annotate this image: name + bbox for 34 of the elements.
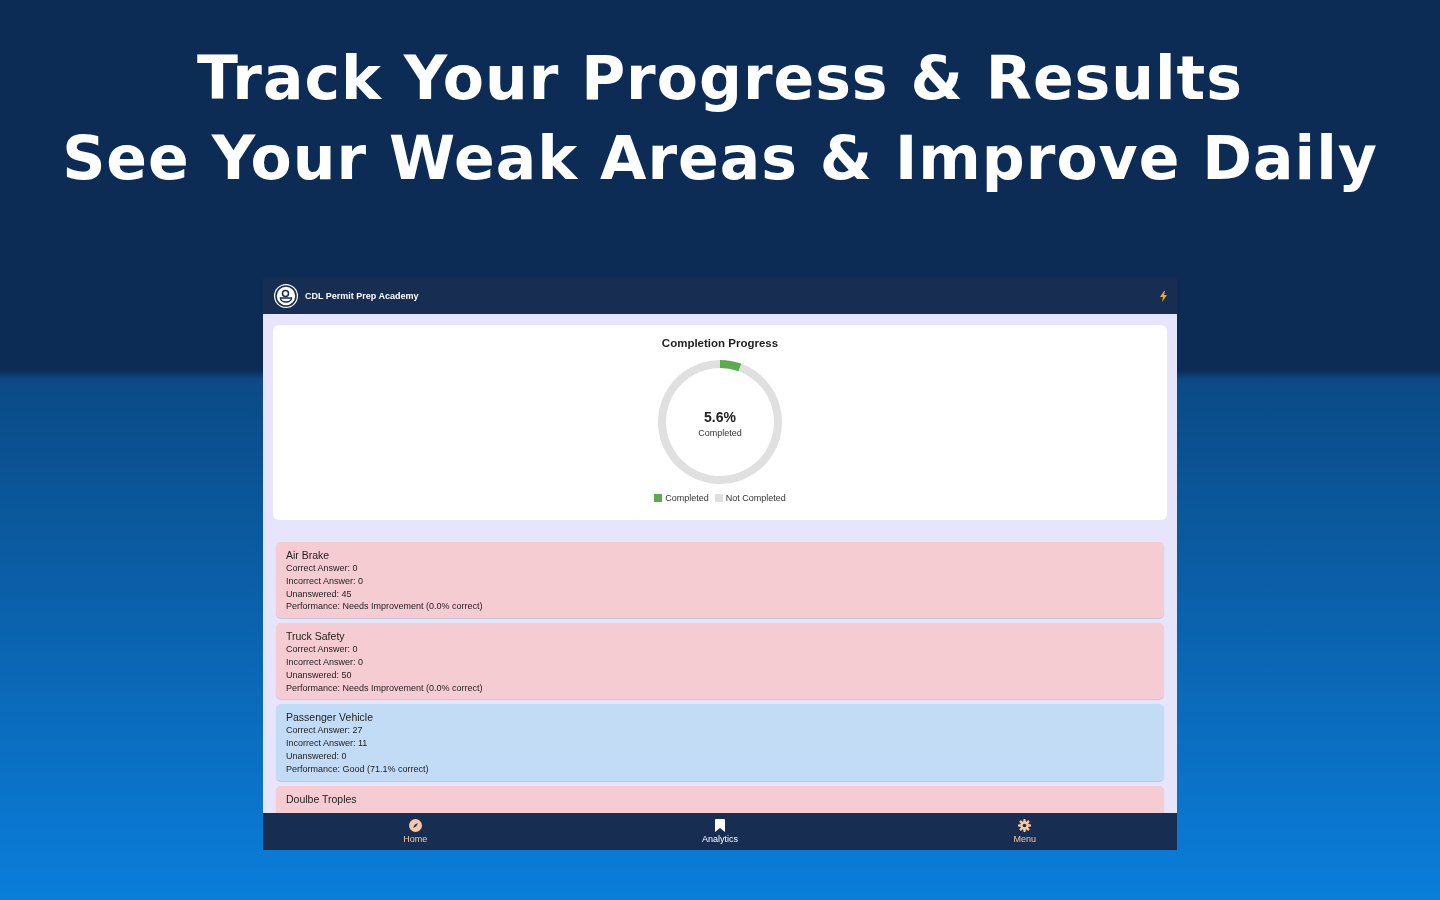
lightning-icon[interactable] [1160,290,1167,302]
stat-text: Unanswered: 50 [286,668,353,682]
stat-text: Correct Answer: 0 [286,562,359,575]
topic-name: Air Brake [286,548,331,562]
bookmark-icon [715,819,725,832]
compass-icon [408,819,422,832]
chart-title: Completion Progress [661,337,779,349]
stat-text: Incorrect Answer: 11 [286,737,369,750]
tab[interactable]: Analytics [567,813,873,850]
tab[interactable]: Home [263,813,568,850]
stat-text: Correct Answer: 0 [286,643,359,656]
topic-name: Doulbe Troples [286,791,358,806]
stat-text: Performance: Good (71.1% correct) [286,762,430,776]
logo-icon [273,283,299,309]
stat-text: Incorrect Answer: 0 [286,574,365,588]
settings-icon [1018,819,1032,832]
headline: See Your Weak Areas & Improve Daily [62,122,1378,195]
legend-swatch [654,494,663,502]
headline: Track Your Progress & Results [197,42,1243,115]
tab[interactable]: Menu [872,813,1177,850]
stat-text: Unanswered: 0 [286,749,348,763]
topic-name: Passenger Vehicle [286,710,374,725]
stat-text: Correct Answer: 27 [286,724,364,738]
stat-text: Unanswered: 45 [286,587,353,601]
stat-text: Performance: Needs Improvement (0.0% correct) [286,681,484,695]
topic-name: Truck Safety [286,629,346,644]
legend-label: Not Completed [725,493,786,503]
app-title: CDL Permit Prep Academy [305,291,419,301]
percent-value: 5.6% [704,408,736,425]
center-label: Completed [698,427,742,438]
legend-swatch [714,494,723,502]
legend-label: Completed [665,493,709,503]
stat-text: Performance: Needs Improvement (0.0% correct) [286,600,484,614]
stat-text: Incorrect Answer: 0 [286,656,365,669]
